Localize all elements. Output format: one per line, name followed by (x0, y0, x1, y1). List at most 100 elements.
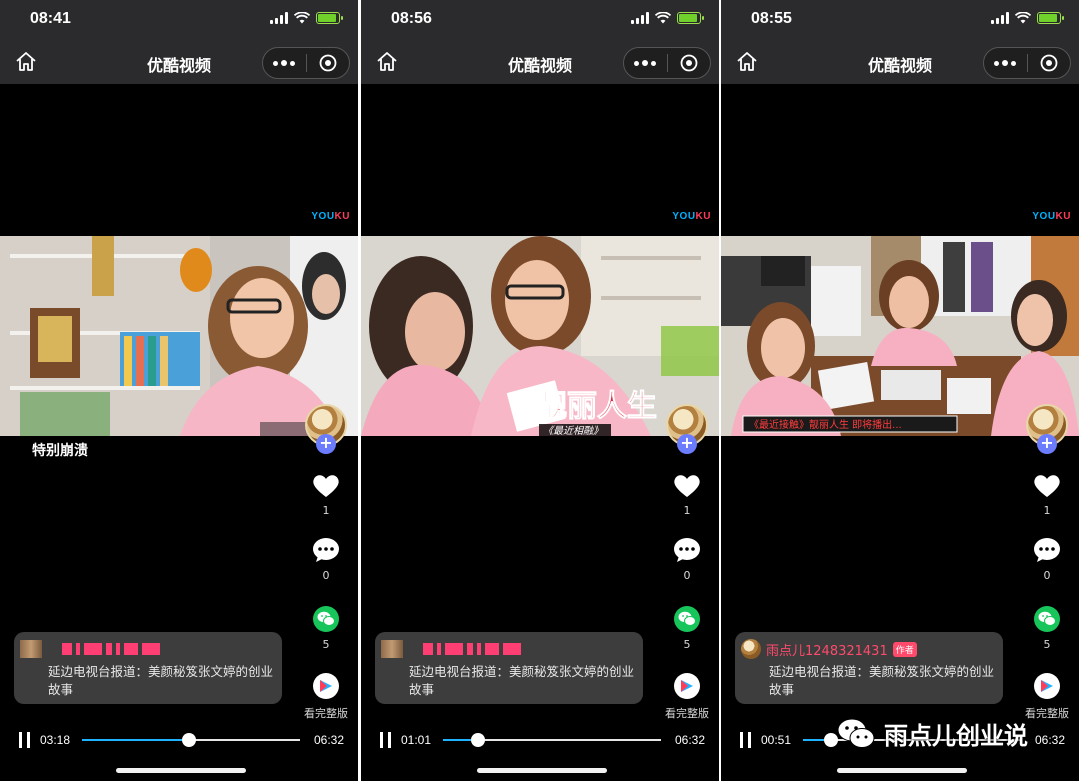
system-icons (991, 12, 1064, 24)
close-target-icon (319, 54, 337, 72)
youku-app-icon[interactable] (1034, 673, 1060, 699)
like-count: 1 (1043, 504, 1051, 517)
nav-bar: 优酷视频 (361, 40, 719, 84)
wechat-share-icon[interactable] (674, 606, 700, 632)
comment-icon[interactable] (312, 537, 340, 563)
status-time: 08:55 (751, 10, 792, 27)
battery-icon (316, 12, 343, 24)
mini-program-capsule (983, 47, 1071, 79)
close-target-icon (1040, 54, 1058, 72)
battery-icon (677, 12, 704, 24)
like-count: 1 (683, 504, 691, 517)
video-description[interactable]: 延边电视台报道：美颜秘笈张文婷的创业故事 (48, 663, 278, 699)
masked-author-name (62, 643, 160, 655)
system-icons (270, 12, 343, 24)
close-target-icon (680, 54, 698, 72)
more-button[interactable] (624, 48, 667, 78)
progress-track[interactable] (443, 733, 661, 747)
action-rail: + 1 0 5 看完整版 (661, 404, 713, 721)
progress-track[interactable] (82, 733, 300, 747)
wifi-icon (1015, 12, 1031, 24)
status-bar: 08:41 (0, 0, 358, 40)
pause-icon[interactable] (739, 732, 753, 748)
status-bar: 08:55 (721, 0, 1079, 40)
youku-logo: YOUKU (1032, 211, 1071, 222)
mini-program-capsule (262, 47, 350, 79)
comment-count: 0 (322, 569, 330, 582)
phone-panel-2: 08:56 优酷视频 YOUKU 靓丽人生 《最近相融》 + 1 0 5 看完整… (361, 0, 719, 781)
masked-avatar (20, 640, 42, 658)
author-name[interactable]: 雨点儿1248321431 (766, 640, 888, 659)
wifi-icon (294, 12, 310, 24)
more-button[interactable] (263, 48, 306, 78)
like-count: 1 (322, 504, 330, 517)
comment-icon[interactable] (673, 537, 701, 563)
author-badge: 作者 (892, 641, 917, 657)
comment-count: 0 (1043, 569, 1051, 582)
video-caption-main: 靓丽人生 (537, 389, 657, 424)
follow-button[interactable]: + (677, 434, 697, 454)
nav-bar: 优酷视频 (0, 40, 358, 84)
youku-logo: YOUKU (672, 211, 711, 222)
author-row[interactable]: 雨点儿1248321431 作者 (741, 638, 917, 660)
home-indicator (477, 768, 607, 773)
close-button[interactable] (667, 48, 710, 78)
comment-count: 0 (683, 569, 691, 582)
like-icon[interactable] (673, 474, 701, 498)
video-description[interactable]: 延边电视台报道：美颜秘笈张文婷的创业故事 (769, 663, 999, 699)
system-icons (631, 12, 704, 24)
progress-knob[interactable] (470, 733, 485, 747)
share-count: 5 (322, 638, 330, 651)
action-rail: + 1 0 5 看完整版 (1021, 404, 1073, 721)
watermark: 雨点儿创业说 (836, 716, 1028, 751)
home-indicator (116, 768, 246, 773)
close-button[interactable] (306, 48, 349, 78)
comment-icon[interactable] (1033, 537, 1061, 563)
mini-program-capsule (623, 47, 711, 79)
like-icon[interactable] (1033, 474, 1061, 498)
player-controls: 01:01 06:32 (361, 726, 719, 754)
status-time: 08:41 (30, 10, 71, 27)
video-caption-banner: 《最近接触》靓丽人生 即将播出... (749, 418, 902, 431)
status-time: 08:56 (391, 10, 432, 27)
share-count: 5 (1043, 638, 1051, 651)
full-version-button[interactable]: 看完整版 (665, 705, 709, 721)
pause-icon[interactable] (18, 732, 32, 748)
total-time: 06:32 (674, 733, 705, 747)
full-version-button[interactable]: 看完整版 (1025, 705, 1069, 721)
pause-icon[interactable] (379, 732, 393, 748)
masked-author-name (423, 643, 521, 655)
player-controls: 03:18 06:32 (0, 726, 358, 754)
status-bar: 08:56 (361, 0, 719, 40)
follow-button[interactable]: + (1037, 434, 1057, 454)
youku-app-icon[interactable] (313, 673, 339, 699)
youku-app-icon[interactable] (674, 673, 700, 699)
video-description[interactable]: 延边电视台报道：美颜秘笈张文婷的创业故事 (409, 663, 639, 699)
wechat-share-icon[interactable] (1034, 606, 1060, 632)
close-button[interactable] (1027, 48, 1070, 78)
author-row-masked (381, 638, 521, 660)
youku-logo: YOUKU (311, 211, 350, 222)
current-time: 00:51 (761, 733, 792, 747)
current-time: 01:01 (401, 733, 432, 747)
home-indicator (837, 768, 967, 773)
wechat-share-icon[interactable] (313, 606, 339, 632)
battery-icon (1037, 12, 1064, 24)
nav-bar: 优酷视频 (721, 40, 1079, 84)
progress-knob[interactable] (181, 733, 196, 747)
video-info-card: 延边电视台报道：美颜秘笈张文婷的创业故事 (14, 632, 282, 704)
more-button[interactable] (984, 48, 1027, 78)
follow-button[interactable]: + (316, 434, 336, 454)
like-icon[interactable] (312, 474, 340, 498)
total-time: 06:32 (1034, 733, 1065, 747)
phone-panel-3: 08:55 优酷视频 YOUKU 《最近接触》靓丽人生 即将播出... + 1 … (721, 0, 1079, 781)
full-version-button[interactable]: 看完整版 (304, 705, 348, 721)
total-time: 06:32 (313, 733, 344, 747)
phone-panel-1: 08:41 优酷视频 YOUKU 特别崩溃 + 1 0 5 看完整版 延边电视台… (0, 0, 358, 781)
progress-fill (82, 739, 189, 741)
author-small-avatar (741, 639, 761, 659)
video-caption-sub: 《最近相融》 (543, 425, 603, 436)
wifi-icon (655, 12, 671, 24)
signal-icon (631, 12, 649, 24)
video-info-card: 延边电视台报道：美颜秘笈张文婷的创业故事 (375, 632, 643, 704)
